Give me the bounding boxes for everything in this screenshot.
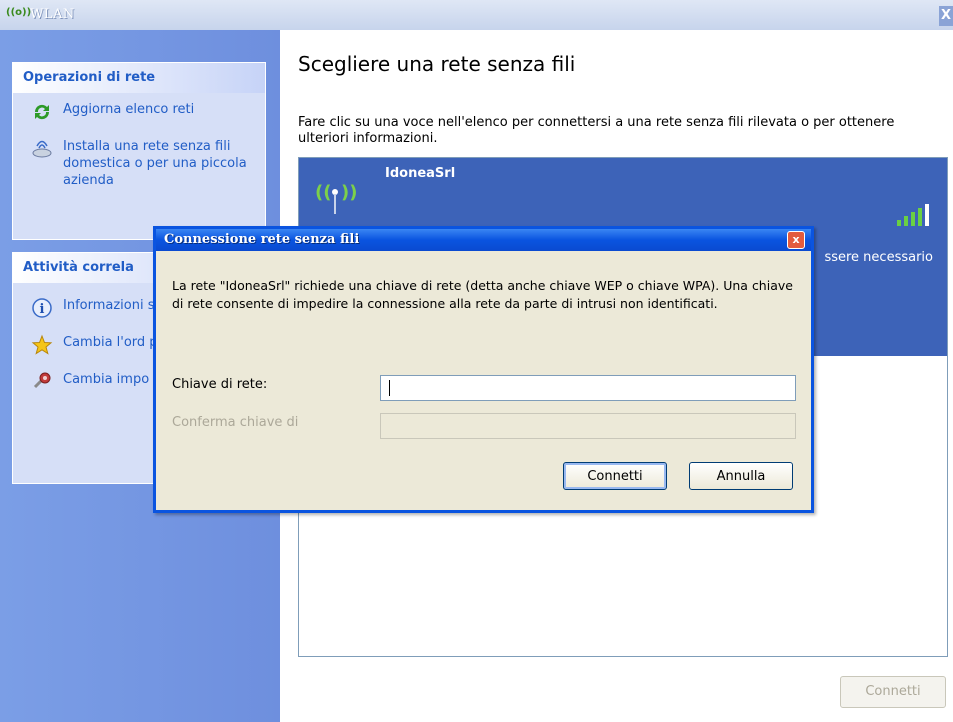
text-caret [389, 380, 390, 396]
dialog-close-button[interactable]: x [787, 231, 805, 249]
page-title: Scegliere una rete senza fili [298, 52, 576, 76]
wireless-icon: ((o)) [6, 7, 32, 18]
window-close-button[interactable]: X [939, 6, 953, 26]
dialog-title: Connessione rete senza fili [164, 232, 360, 247]
dialog-connect-button[interactable]: Connetti [563, 462, 667, 490]
setup-wireless-network-link[interactable]: Installa una rete senza fili domestica o… [13, 124, 265, 195]
network-tasks-panel: Operazioni di rete Aggiorna elenco reti … [12, 62, 266, 240]
wireless-network-icon: (( )) [313, 172, 357, 216]
svg-text:((: (( [315, 182, 331, 203]
window-title: WLAN [30, 7, 75, 22]
window-titlebar: ((o)) WLAN X [0, 0, 953, 30]
network-key-input[interactable] [380, 375, 796, 401]
refresh-icon [34, 104, 50, 120]
network-security-note: ssere necessario [824, 250, 933, 265]
setup-wizard-icon [32, 140, 52, 158]
svg-text:i: i [40, 302, 45, 317]
star-icon [31, 334, 53, 355]
network-name: IdoneaSrl [385, 166, 456, 181]
confirm-key-label: Conferma chiave di [172, 415, 299, 430]
network-key-label: Chiave di rete: [172, 377, 268, 392]
settings-icon [33, 372, 51, 389]
network-key-dialog: Connessione rete senza fili x La rete "I… [153, 226, 814, 513]
network-tasks-header: Operazioni di rete [13, 63, 265, 93]
page-description: Fare clic su una voce nell'elenco per co… [298, 115, 895, 146]
svg-text:)): )) [341, 182, 357, 203]
setup-wireless-network-label: Installa una rete senza fili domestica o… [63, 139, 247, 188]
confirm-key-input [380, 413, 796, 439]
refresh-network-list-link[interactable]: Aggiorna elenco reti [13, 93, 265, 124]
dialog-titlebar: Connessione rete senza fili x [156, 229, 811, 251]
info-icon: i [32, 298, 52, 318]
dialog-message: La rete "IdoneaSrl" richiede una chiave … [172, 278, 793, 311]
dialog-cancel-button[interactable]: Annulla [689, 462, 793, 490]
connect-button[interactable]: Connetti [840, 676, 946, 708]
signal-strength-icon [897, 204, 937, 226]
refresh-network-list-label: Aggiorna elenco reti [63, 102, 195, 117]
